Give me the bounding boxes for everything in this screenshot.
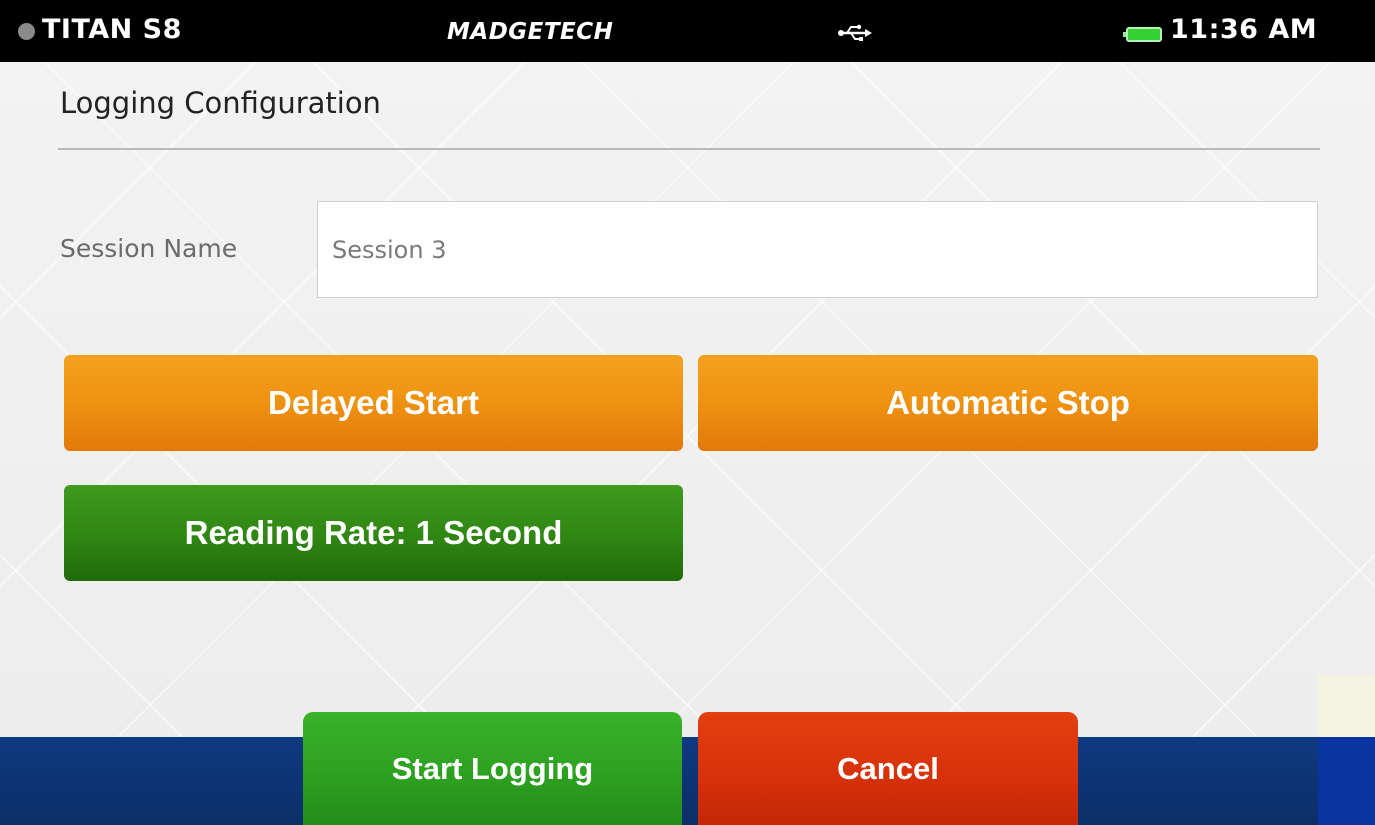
- status-bar: TITAN S8 MADGETECH 11:36 AM: [0, 0, 1375, 62]
- title-divider: [58, 148, 1320, 150]
- bottom-bar: [0, 737, 1375, 825]
- bottom-right-panel: [1318, 737, 1375, 825]
- page-title: Logging Configuration: [60, 86, 381, 120]
- delayed-start-button[interactable]: Delayed Start: [64, 355, 683, 451]
- battery-icon: [1123, 27, 1162, 42]
- session-name-input[interactable]: [317, 201, 1318, 298]
- reading-rate-button[interactable]: Reading Rate: 1 Second: [64, 485, 683, 581]
- start-logging-button[interactable]: Start Logging: [303, 712, 682, 825]
- brand-logo: MADGETECH: [447, 19, 614, 45]
- right-edge-panel: [1318, 675, 1375, 737]
- device-name: TITAN S8: [42, 14, 182, 45]
- cancel-button[interactable]: Cancel: [698, 712, 1078, 825]
- usb-icon: [838, 24, 872, 41]
- device-indicator-icon: [18, 23, 35, 40]
- session-name-label: Session Name: [60, 234, 238, 263]
- clock: 11:36 AM: [1170, 14, 1318, 45]
- automatic-stop-button[interactable]: Automatic Stop: [698, 355, 1318, 451]
